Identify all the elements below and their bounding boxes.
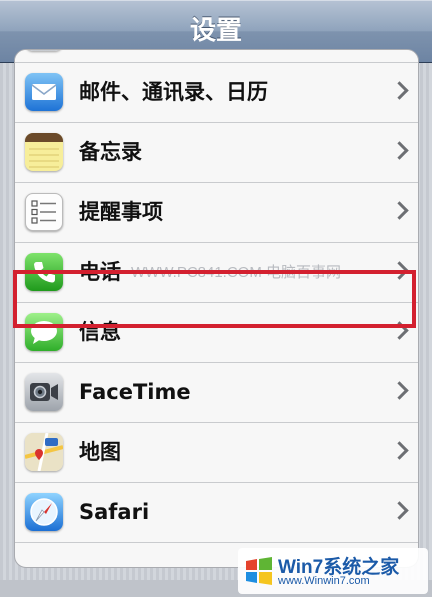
site-logo: Win7系统之家 www.Winwin7.com	[238, 548, 428, 594]
mail-icon	[25, 73, 63, 111]
settings-row-label: 邮件、通讯录、日历	[79, 80, 268, 104]
maps-icon	[25, 433, 63, 471]
settings-row-safari[interactable]: Safari	[15, 483, 418, 543]
phone-row-highlight	[13, 270, 416, 328]
notes-icon	[25, 133, 63, 171]
chevron-right-icon	[390, 201, 409, 220]
chevron-right-icon	[390, 381, 409, 400]
settings-row-reminders[interactable]: 提醒事项	[15, 183, 418, 243]
icloud-icon	[25, 50, 63, 51]
windows-flag-icon	[246, 557, 272, 585]
safari-icon	[25, 493, 63, 531]
site-logo-url: www.Winwin7.com	[278, 575, 370, 587]
settings-row-notes[interactable]: 备忘录	[15, 123, 418, 183]
settings-row-facetime[interactable]: FaceTime	[15, 363, 418, 423]
chevron-right-icon	[390, 441, 409, 460]
facetime-icon	[25, 373, 63, 411]
chevron-right-icon	[390, 81, 409, 100]
settings-row-label: iCloud	[79, 50, 153, 62]
reminders-icon	[25, 193, 63, 231]
settings-row-maps[interactable]: 地图	[15, 423, 418, 483]
settings-row-label: Safari	[79, 500, 150, 524]
settings-row-label: FaceTime	[79, 380, 191, 404]
settings-row-label: 地图	[79, 440, 121, 464]
settings-row-label: 备忘录	[79, 140, 142, 164]
chevron-right-icon	[390, 501, 409, 520]
settings-row-mail[interactable]: 邮件、通讯录、日历	[15, 63, 418, 123]
settings-row-icloud[interactable]: iCloud	[15, 50, 418, 63]
chevron-right-icon	[390, 141, 409, 160]
settings-row-label: 提醒事项	[79, 200, 163, 224]
